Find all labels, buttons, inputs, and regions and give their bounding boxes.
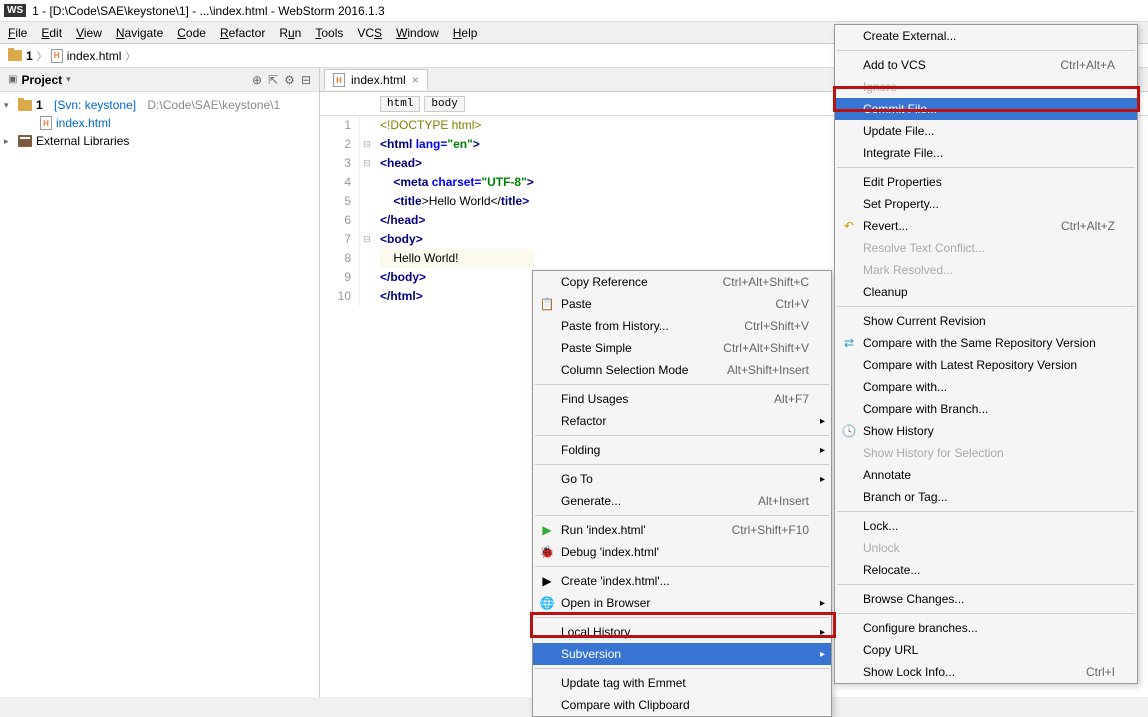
menu-help[interactable]: Help	[453, 26, 478, 40]
menu-tools[interactable]: Tools	[315, 26, 343, 40]
menu-item[interactable]: Show Current Revision	[835, 310, 1137, 332]
folder-icon	[8, 50, 22, 61]
dropdown-icon[interactable]: ▾	[66, 74, 71, 85]
menu-item[interactable]: Create External...	[835, 25, 1137, 47]
menu-item: Show History for Selection	[835, 442, 1137, 464]
project-title: Project	[21, 73, 62, 87]
menu-item[interactable]: Configure branches...	[835, 617, 1137, 639]
project-tool-window: ▣ Project ▾ ⊕ ⇱ ⚙ ⊟ ▾ 1 [Svn: keystone] …	[0, 68, 320, 697]
menu-item[interactable]: Integrate File...	[835, 142, 1137, 164]
app-icon: WS	[4, 4, 26, 17]
menu-item[interactable]: Compare with Branch...	[835, 398, 1137, 420]
menu-item[interactable]: Compare with...	[835, 376, 1137, 398]
menu-item[interactable]: Column Selection ModeAlt+Shift+Insert	[533, 359, 831, 381]
html-file-icon: H	[51, 49, 63, 63]
hide-icon[interactable]: ⊟	[301, 73, 311, 87]
window-title: 1 - [D:\Code\SAE\keystone\1] - ...\index…	[32, 4, 385, 18]
menu-item[interactable]: Show Lock Info...Ctrl+I	[835, 661, 1137, 683]
menu-item[interactable]: Generate...Alt+Insert	[533, 490, 831, 512]
menu-file[interactable]: File	[8, 26, 27, 40]
menu-item[interactable]: 🐞Debug 'index.html'	[533, 541, 831, 563]
nav-crumb-file[interactable]: H index.html 〉	[51, 48, 136, 63]
menu-item[interactable]: ↶Revert...Ctrl+Alt+Z	[835, 215, 1137, 237]
fold-gutter: ⊟⊟⊟	[360, 116, 374, 306]
html-file-icon: H	[40, 116, 52, 130]
menu-view[interactable]: View	[76, 26, 102, 40]
menu-item[interactable]: Set Property...	[835, 193, 1137, 215]
menu-item[interactable]: Paste SimpleCtrl+Alt+Shift+V	[533, 337, 831, 359]
folder-icon	[18, 100, 32, 111]
tree-external-libs[interactable]: ▸ External Libraries	[4, 132, 315, 150]
menu-navigate[interactable]: Navigate	[116, 26, 163, 40]
menu-code[interactable]: Code	[177, 26, 206, 40]
menu-item[interactable]: Copy URL	[835, 639, 1137, 661]
subversion-submenu: Create External... Add to VCSCtrl+Alt+AIg…	[834, 24, 1138, 684]
menu-item[interactable]: ⇄Compare with the Same Repository Versio…	[835, 332, 1137, 354]
tree-file[interactable]: H index.html	[4, 114, 315, 132]
autoscroll-icon[interactable]: ⊕	[252, 73, 262, 87]
menu-item[interactable]: Find UsagesAlt+F7	[533, 388, 831, 410]
menu-item[interactable]: Folding▸	[533, 439, 831, 461]
menu-item[interactable]: Add to VCSCtrl+Alt+A	[835, 54, 1137, 76]
menu-item[interactable]: Copy ReferenceCtrl+Alt+Shift+C	[533, 271, 831, 293]
menu-item[interactable]: Cleanup	[835, 281, 1137, 303]
breadcrumb-body[interactable]: body	[424, 96, 464, 112]
menu-item[interactable]: 📋PasteCtrl+V	[533, 293, 831, 315]
line-gutter: 12345678910	[320, 116, 360, 306]
menu-item[interactable]: Relocate...	[835, 559, 1137, 581]
menu-item[interactable]: Update File...	[835, 120, 1137, 142]
menu-item[interactable]: ▶Run 'index.html'Ctrl+Shift+F10	[533, 519, 831, 541]
tree-root[interactable]: ▾ 1 [Svn: keystone] D:\Code\SAE\keystone…	[4, 96, 315, 114]
menu-item[interactable]: Subversion▸	[533, 643, 831, 665]
editor-tab[interactable]: H index.html ×	[324, 69, 428, 90]
nav-crumb-folder[interactable]: 1 〉	[8, 48, 47, 63]
close-icon[interactable]: ×	[412, 73, 419, 87]
menu-item[interactable]: Local History▸	[533, 621, 831, 643]
breadcrumb-html[interactable]: html	[380, 96, 420, 112]
titlebar: WS 1 - [D:\Code\SAE\keystone\1] - ...\in…	[0, 0, 1148, 22]
expand-icon[interactable]: ▸	[4, 136, 14, 147]
menu-item[interactable]: Annotate	[835, 464, 1137, 486]
project-collapse-icon[interactable]: ▣	[8, 74, 17, 85]
menu-item[interactable]: Commit File...	[835, 98, 1137, 120]
menu-run[interactable]: Run	[279, 26, 301, 40]
menu-item: Ignore	[835, 76, 1137, 98]
menu-item[interactable]: Compare with Latest Repository Version	[835, 354, 1137, 376]
menu-item[interactable]: Update tag with Emmet	[533, 672, 831, 694]
menu-item[interactable]: Edit Properties	[835, 171, 1137, 193]
chevron-right-icon: 〉	[125, 48, 135, 63]
html-file-icon: H	[333, 73, 345, 87]
menu-item: Mark Resolved...	[835, 259, 1137, 281]
menu-item[interactable]: Lock...	[835, 515, 1137, 537]
editor-context-menu: Copy ReferenceCtrl+Alt+Shift+C📋PasteCtrl…	[532, 270, 832, 717]
menu-item[interactable]: 🌐Open in Browser▸	[533, 592, 831, 614]
menu-item[interactable]: 🕓Show History	[835, 420, 1137, 442]
chevron-right-icon: 〉	[37, 48, 47, 63]
menu-item[interactable]: ▶Create 'index.html'...	[533, 570, 831, 592]
menu-item: Resolve Text Conflict...	[835, 237, 1137, 259]
menu-item[interactable]: Go To▸	[533, 468, 831, 490]
menu-item: Unlock	[835, 537, 1137, 559]
libraries-icon	[18, 135, 32, 147]
menu-item[interactable]: Paste from History...Ctrl+Shift+V	[533, 315, 831, 337]
menu-edit[interactable]: Edit	[41, 26, 62, 40]
menu-item[interactable]: Compare with Clipboard	[533, 694, 831, 716]
menu-item[interactable]: Browse Changes...	[835, 588, 1137, 610]
menu-refactor[interactable]: Refactor	[220, 26, 265, 40]
menu-vcs[interactable]: VCS	[357, 26, 382, 40]
menu-item[interactable]: Refactor▸	[533, 410, 831, 432]
collapse-all-icon[interactable]: ⇱	[268, 73, 278, 87]
menu-item[interactable]: Branch or Tag...	[835, 486, 1137, 508]
settings-gear-icon[interactable]: ⚙	[284, 73, 295, 87]
expand-icon[interactable]: ▾	[4, 100, 14, 111]
menu-window[interactable]: Window	[396, 26, 439, 40]
